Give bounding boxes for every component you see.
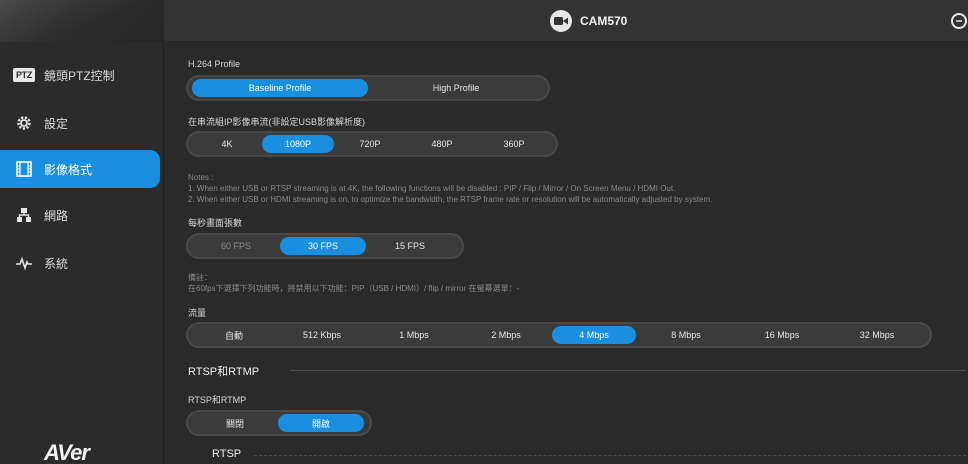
sidebar-item-system[interactable]: 系統 [0, 244, 160, 282]
fps-label: 每秒畫面張數 [188, 218, 243, 228]
sidebar-item-video-format[interactable]: 影像格式 [0, 150, 160, 188]
resolution-option-4k[interactable]: 4K [192, 135, 262, 153]
ptz-icon: PTZ [12, 65, 36, 85]
resolution-option-480p[interactable]: 480P [406, 135, 478, 153]
notes-title: Notes : [188, 173, 214, 182]
bitrate-option-1mbps[interactable]: 1 Mbps [368, 326, 460, 344]
rtsp-option-on[interactable]: 開啟 [278, 414, 364, 432]
rtsp-section-title: RTSP和RTMP [188, 366, 260, 378]
app-window: PTZ 鏡頭PTZ控制 設定 影像格式 網路 系統 AVer CAM570 H.… [0, 0, 968, 464]
sidebar-item-label: 設定 [44, 116, 69, 131]
sidebar-item-label: 影像格式 [44, 162, 93, 177]
sidebar-item-label: 鏡頭PTZ控制 [44, 68, 115, 83]
fps-option-30[interactable]: 30 FPS [280, 237, 366, 255]
camera-icon [550, 10, 572, 32]
camera-model-title: CAM570 [580, 14, 628, 28]
sidebar-item-label: 網路 [44, 208, 69, 223]
profile-option-high[interactable]: High Profile [368, 79, 544, 97]
notes-line-2: 2. When either USB or HDMI streaming is … [188, 195, 713, 204]
bitrate-option-16mbps[interactable]: 16 Mbps [736, 326, 828, 344]
profile-selector: Baseline Profile High Profile [186, 75, 550, 101]
notes-line-1: 1. When either USB or RTSP streaming is … [188, 184, 676, 193]
resolution-label: 在串流組IP影像串流(非設定USB影像解析度) [188, 117, 366, 127]
fps-option-15[interactable]: 15 FPS [366, 237, 454, 255]
sidebar-item-label: 系統 [44, 256, 69, 271]
fps-option-60[interactable]: 60 FPS [192, 237, 280, 255]
logout-icon[interactable] [951, 13, 967, 29]
camera-title-group: CAM570 [550, 10, 627, 32]
top-bar: CAM570 [164, 0, 968, 42]
pulse-icon [14, 253, 34, 273]
bitrate-option-2mbps[interactable]: 2 Mbps [460, 326, 552, 344]
bitrate-selector: 自動 512 Kbps 1 Mbps 2 Mbps 4 Mbps 8 Mbps … [186, 322, 932, 348]
resolution-option-720p[interactable]: 720P [334, 135, 406, 153]
fps-note-line-1: 在60fps下選擇下列功能時，將禁用以下功能：PIP（USB / HDMI）/ … [188, 284, 520, 293]
rtsp-option-off[interactable]: 關閉 [192, 414, 278, 432]
sidebar-item-settings[interactable]: 設定 [0, 104, 160, 142]
sidebar-header [0, 0, 164, 42]
resolution-option-1080p[interactable]: 1080P [262, 135, 334, 153]
bitrate-option-auto[interactable]: 自動 [192, 326, 276, 344]
rtsp-toggle-selector: 關閉 開啟 [186, 410, 372, 436]
network-icon [14, 205, 34, 225]
section-divider [290, 370, 966, 371]
profile-label: H.264 Profile [188, 59, 241, 69]
sidebar-item-ptz-control[interactable]: PTZ 鏡頭PTZ控制 [0, 56, 160, 94]
video-format-panel: H.264 Profile Baseline Profile High Prof… [164, 42, 968, 464]
fps-note-title: 備註： [188, 273, 212, 282]
profile-option-baseline[interactable]: Baseline Profile [192, 79, 368, 97]
sidebar-item-network[interactable]: 網路 [0, 196, 160, 234]
ptz-badge: PTZ [12, 68, 36, 82]
bitrate-option-32mbps[interactable]: 32 Mbps [828, 326, 926, 344]
bitrate-option-4mbps[interactable]: 4 Mbps [552, 326, 636, 344]
resolution-option-360p[interactable]: 360P [478, 135, 550, 153]
subsection-divider [254, 455, 966, 456]
aver-logo: AVer [44, 440, 90, 464]
bitrate-option-512kbps[interactable]: 512 Kbps [276, 326, 368, 344]
rtsp-subsection-title: RTSP [212, 448, 242, 460]
gear-icon [14, 113, 34, 133]
film-icon [14, 159, 34, 179]
bitrate-label: 流量 [188, 308, 207, 318]
sidebar: PTZ 鏡頭PTZ控制 設定 影像格式 網路 系統 AVer [0, 0, 164, 464]
resolution-selector: 4K 1080P 720P 480P 360P [186, 131, 558, 157]
bitrate-option-8mbps[interactable]: 8 Mbps [636, 326, 736, 344]
fps-selector: 60 FPS 30 FPS 15 FPS [186, 233, 464, 259]
rtsp-toggle-label: RTSP和RTMP [188, 395, 247, 405]
